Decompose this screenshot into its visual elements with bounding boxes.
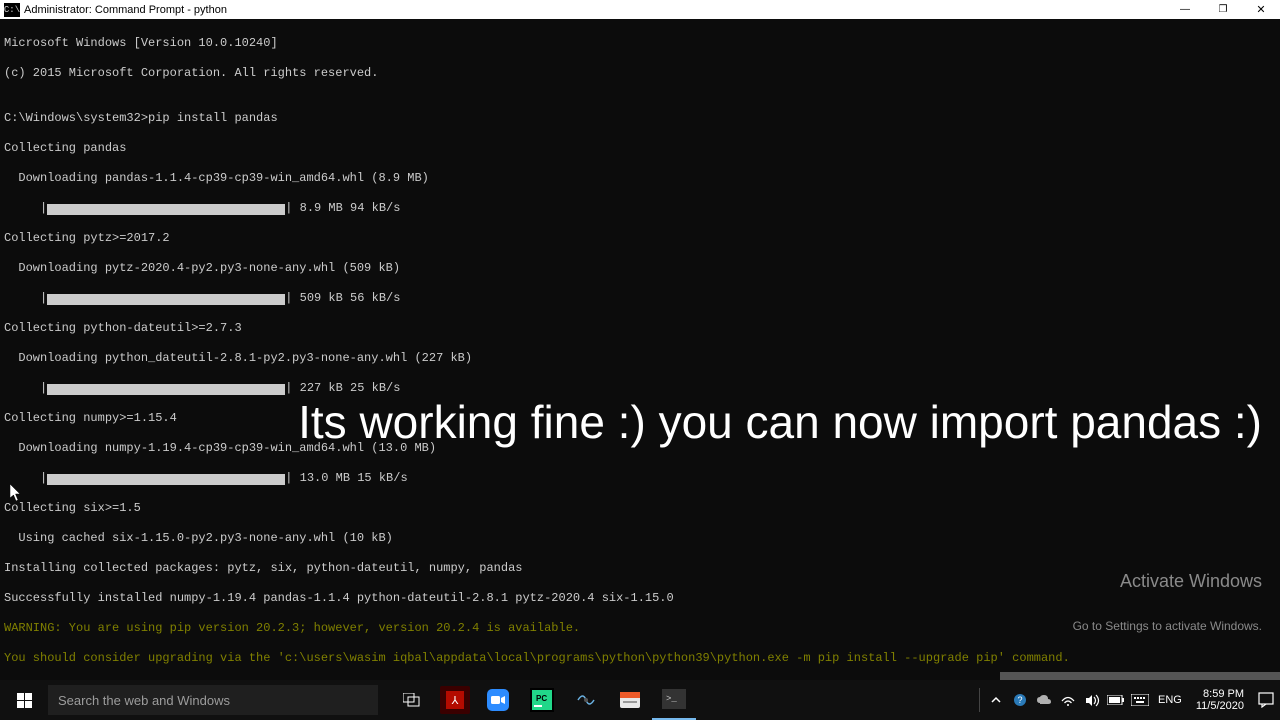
terminal-line: (c) 2015 Microsoft Corporation. All righ… <box>4 66 1276 81</box>
progress-text: | 8.9 MB 94 kB/s <box>285 201 400 216</box>
terminal-line: Collecting pytz>=2017.2 <box>4 231 1276 246</box>
search-input[interactable]: Search the web and Windows <box>48 685 378 715</box>
progress-text: | 509 kB 56 kB/s <box>285 291 400 306</box>
tray-clock[interactable]: 8:59 PM 11/5/2020 <box>1188 688 1252 712</box>
mouse-cursor-icon <box>10 454 44 532</box>
terminal-output[interactable]: Microsoft Windows [Version 10.0.10240] (… <box>0 19 1280 680</box>
taskbar-app-unknown[interactable] <box>564 680 608 720</box>
tray-help-icon[interactable]: ? <box>1008 680 1032 720</box>
tray-separator <box>979 688 980 712</box>
tray-volume-icon[interactable] <box>1080 680 1104 720</box>
tray-language[interactable]: ENG <box>1152 694 1188 706</box>
progress-text: | 13.0 MB 15 kB/s <box>285 471 407 486</box>
progress-row: || 13.0 MB 15 kB/s <box>4 471 1276 486</box>
minimize-button[interactable]: — <box>1166 0 1204 19</box>
overlay-message: Its working fine :) you can now import p… <box>298 394 1262 450</box>
prompt: C:\Windows\system32> <box>4 111 148 125</box>
tray-date: 11/5/2020 <box>1196 700 1244 712</box>
progress-pad: | <box>4 291 47 306</box>
terminal-line: Microsoft Windows [Version 10.0.10240] <box>4 36 1276 51</box>
terminal-line: Downloading pytz-2020.4-py2.py3-none-any… <box>4 261 1276 276</box>
progress-bar <box>47 384 285 395</box>
progress-bar <box>47 294 285 305</box>
start-button[interactable] <box>0 680 48 720</box>
cmd-app-icon: C:\ <box>4 3 20 17</box>
activate-subtitle: Go to Settings to activate Windows. <box>1073 619 1262 634</box>
tray-battery-icon[interactable] <box>1104 680 1128 720</box>
svg-text:⅄: ⅄ <box>451 695 459 707</box>
tray-overflow-strip <box>1000 672 1280 680</box>
command-text: pip install pandas <box>148 111 278 125</box>
window-titlebar: C:\ Administrator: Command Prompt - pyth… <box>0 0 1280 19</box>
maximize-button[interactable]: ❐ <box>1204 0 1242 19</box>
svg-text:PC: PC <box>536 694 547 703</box>
windows-logo-icon <box>17 693 32 708</box>
taskbar-app-zoom[interactable] <box>476 680 520 720</box>
tray-keyboard-icon[interactable] <box>1128 680 1152 720</box>
progress-row: | | 8.9 MB 94 kB/s <box>4 201 1276 216</box>
terminal-line: Collecting pandas <box>4 141 1276 156</box>
tray-chevron-up-icon[interactable] <box>984 680 1008 720</box>
progress-bar <box>47 474 285 485</box>
activate-windows-watermark: Activate Windows Go to Settings to activ… <box>1073 544 1262 664</box>
activate-title: Activate Windows <box>1073 574 1262 589</box>
terminal-line: Collecting python-dateutil>=2.7.3 <box>4 321 1276 336</box>
taskbar-app-cmd[interactable]: >_ <box>652 680 696 720</box>
svg-text:>_: >_ <box>666 694 677 704</box>
system-tray: ? ENG 8:59 PM 11/5/2020 <box>975 680 1280 720</box>
taskbar: Search the web and Windows ⅄ PC >_ ? <box>0 680 1280 720</box>
taskbar-app-pycharm[interactable]: PC <box>520 680 564 720</box>
tray-notifications-icon[interactable] <box>1252 680 1280 720</box>
progress-pad: | <box>4 201 47 216</box>
search-placeholder: Search the web and Windows <box>58 693 230 708</box>
tray-network-icon[interactable] <box>1056 680 1080 720</box>
taskbar-app-acrobat[interactable]: ⅄ <box>440 686 470 714</box>
terminal-line: Collecting six>=1.5 <box>4 501 1276 516</box>
tray-onedrive-icon[interactable] <box>1032 680 1056 720</box>
task-view-button[interactable] <box>390 680 434 720</box>
close-button[interactable]: ✕ <box>1242 0 1280 19</box>
taskbar-app-camtasia[interactable] <box>608 680 652 720</box>
progress-bar <box>47 204 285 215</box>
task-icons: ⅄ PC >_ <box>390 680 696 720</box>
progress-pad: | <box>4 381 47 396</box>
svg-text:?: ? <box>1018 695 1023 705</box>
terminal-line: Downloading pandas-1.1.4-cp39-cp39-win_a… <box>4 171 1276 186</box>
terminal-line: Downloading python_dateutil-2.8.1-py2.py… <box>4 351 1276 366</box>
window-title: Administrator: Command Prompt - python <box>24 4 227 16</box>
tray-time: 8:59 PM <box>1196 688 1244 700</box>
progress-row: | | 509 kB 56 kB/s <box>4 291 1276 306</box>
terminal-line: C:\Windows\system32>pip install pandas <box>4 111 1276 126</box>
